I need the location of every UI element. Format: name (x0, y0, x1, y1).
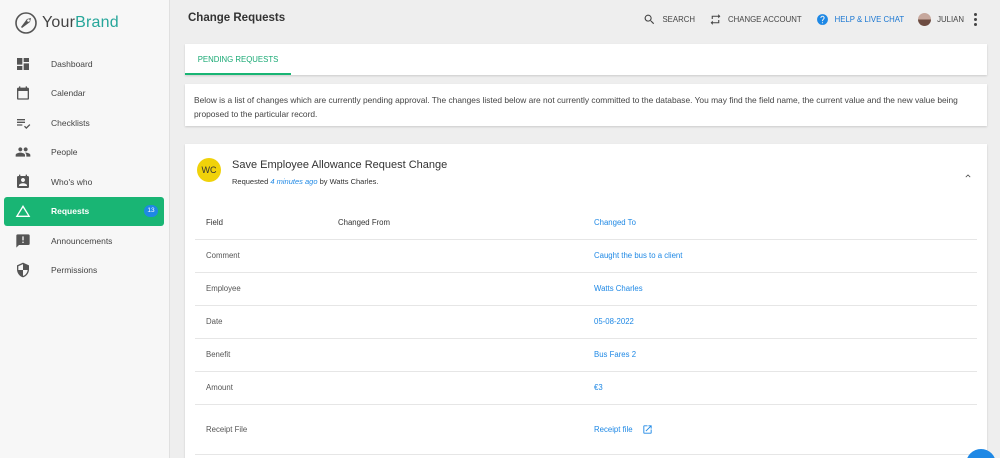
to-cell: 05-08-2022 (583, 305, 977, 339)
info-message: Below is a list of changes which are cur… (185, 84, 987, 126)
table-row: Comment Caught the bus to a client (195, 239, 977, 273)
from-cell (327, 338, 583, 372)
receipt-file-link[interactable]: Receipt file (594, 424, 653, 435)
more-vert-icon[interactable] (974, 12, 978, 26)
requested-prefix: Requested (232, 177, 269, 186)
request-card: WC Save Employee Allowance Request Chang… (185, 144, 987, 458)
sidebar: YourBrand Dashboard Calendar Checklists … (0, 0, 170, 458)
sidebar-item-label: Calendar (51, 88, 86, 99)
field-cell: Amount (195, 371, 327, 405)
avatar (918, 12, 932, 26)
from-cell (327, 272, 583, 306)
table-row: Benefit Bus Fares 2 (195, 338, 977, 372)
column-header-from: Changed From (327, 206, 583, 240)
to-cell: Bus Fares 2 (583, 338, 977, 372)
rocket-icon (15, 12, 37, 34)
table-row: Employee Watts Charles (195, 272, 977, 306)
sidebar-item-whos-who[interactable]: Who's who (0, 167, 170, 197)
from-cell (327, 371, 583, 405)
sidebar-item-label: Checklists (51, 117, 90, 128)
field-cell: Comment (195, 239, 327, 273)
field-cell: Receipt File (195, 404, 327, 455)
from-cell (327, 239, 583, 273)
sidebar-item-label: Permissions (51, 265, 98, 276)
dashboard-icon (15, 56, 31, 72)
shield-icon (15, 262, 31, 278)
brand-logo[interactable]: YourBrand (14, 10, 119, 36)
calendar-icon (15, 85, 31, 101)
brand-name: YourBrand (42, 14, 119, 31)
table-row: Date 05-08-2022 (195, 305, 977, 339)
search-button[interactable]: SEARCH (643, 13, 695, 26)
request-meta: Requested 4 minutes ago by Watts Charles… (232, 177, 379, 186)
sidebar-item-announcements[interactable]: Announcements (0, 226, 170, 256)
table-row: Amount €3 (195, 371, 977, 405)
requested-by: by Watts Charles. (319, 177, 379, 186)
changes-table: Field Changed From Changed To Comment Ca… (195, 206, 977, 455)
help-live-chat-button[interactable]: HELP & LIVE CHAT (816, 13, 904, 26)
sidebar-item-label: Dashboard (51, 58, 93, 69)
sidebar-item-calendar[interactable]: Calendar (0, 79, 170, 109)
field-cell: Employee (195, 272, 327, 306)
search-icon (645, 14, 655, 24)
user-menu-button[interactable]: JULIAN (918, 12, 964, 26)
sidebar-nav: Dashboard Calendar Checklists People Who… (0, 49, 170, 285)
header-actions: SEARCH CHANGE ACCOUNT HELP & LIVE CHAT J… (629, 0, 978, 38)
top-bar: Change Requests SEARCH CHANGE ACCOUNT HE… (171, 0, 1000, 38)
requests-count-badge: 13 (144, 205, 158, 218)
to-cell: Receipt file (583, 404, 977, 455)
request-time: 4 minutes ago (270, 177, 318, 186)
sidebar-item-requests[interactable]: Requests 13 (4, 196, 164, 226)
sidebar-item-label: Announcements (51, 235, 113, 246)
sidebar-item-permissions[interactable]: Permissions (0, 256, 170, 286)
sidebar-item-dashboard[interactable]: Dashboard (0, 49, 170, 79)
tabs-bar: PENDING REQUESTS (185, 44, 987, 75)
column-header-to: Changed To (583, 206, 977, 240)
triangle-icon (15, 203, 31, 219)
change-account-button[interactable]: CHANGE ACCOUNT (709, 13, 802, 26)
announcement-icon (15, 233, 31, 249)
to-cell: Watts Charles (583, 272, 977, 306)
contact-card-icon (15, 174, 31, 190)
table-row: Receipt File Receipt file (195, 404, 977, 455)
help-icon (816, 13, 828, 25)
from-cell (327, 404, 583, 455)
sidebar-item-people[interactable]: People (0, 138, 170, 168)
collapse-button[interactable] (963, 168, 973, 178)
sidebar-item-checklists[interactable]: Checklists (0, 108, 170, 138)
user-name: JULIAN (937, 14, 964, 24)
tab-pending-requests[interactable]: PENDING REQUESTS (185, 44, 291, 75)
to-cell: €3 (583, 371, 977, 405)
swap-icon (710, 13, 721, 25)
field-cell: Date (195, 305, 327, 339)
request-title: Save Employee Allowance Request Change (232, 159, 448, 171)
help-label: HELP & LIVE CHAT (834, 14, 905, 24)
sidebar-item-label: People (51, 147, 78, 158)
column-header-field: Field (195, 206, 327, 240)
to-cell: Caught the bus to a client (583, 239, 977, 273)
open-in-new-icon (642, 424, 652, 434)
change-account-label: CHANGE ACCOUNT (727, 14, 802, 24)
field-cell: Benefit (195, 338, 327, 372)
sidebar-item-label: Requests (51, 206, 90, 217)
people-icon (15, 144, 31, 160)
table-header-row: Field Changed From Changed To (195, 206, 977, 240)
chevron-up-icon (965, 174, 971, 178)
page-title: Change Requests (188, 12, 286, 24)
checklist-icon (15, 115, 31, 131)
from-cell (327, 305, 583, 339)
requester-avatar: WC (197, 158, 221, 182)
search-label: SEARCH (662, 14, 695, 24)
receipt-file-label: Receipt file (594, 424, 633, 434)
sidebar-item-label: Who's who (51, 176, 93, 187)
